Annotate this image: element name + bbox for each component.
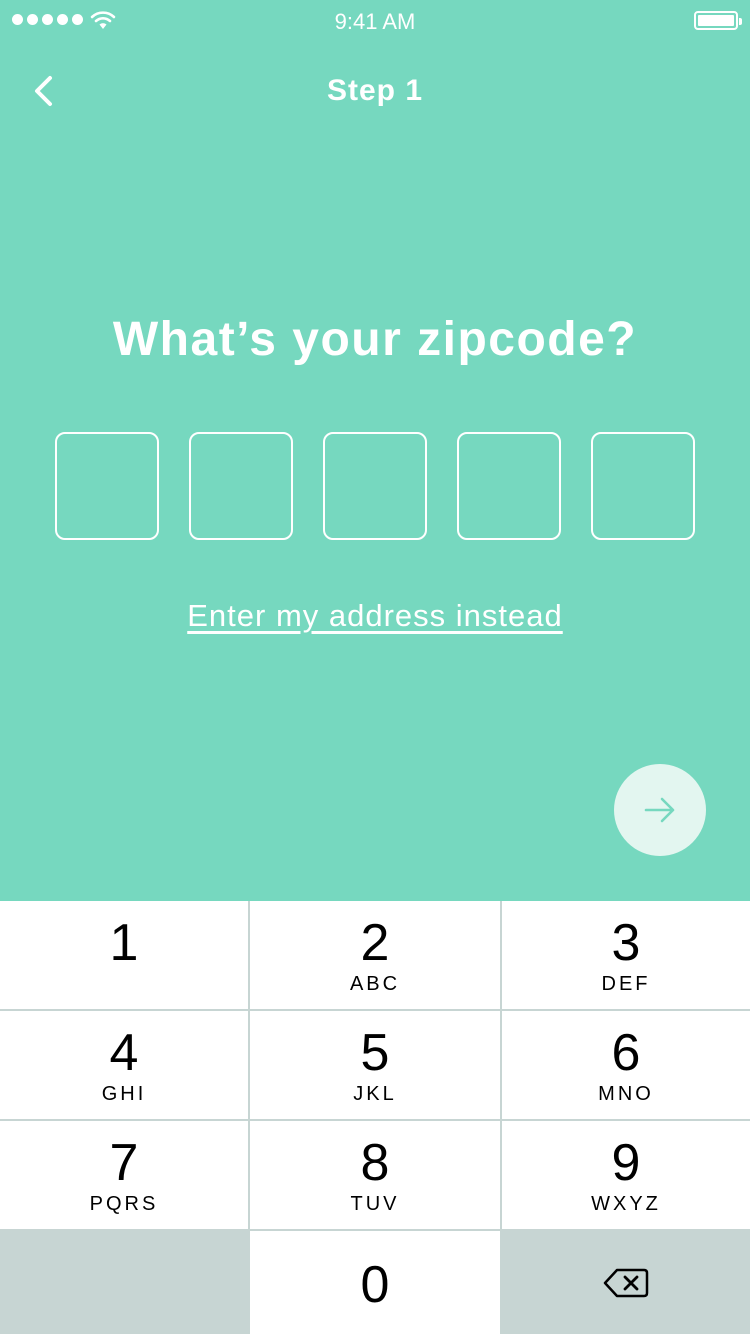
key-0[interactable]: 0 xyxy=(250,1231,500,1334)
key-letters: WXYZ xyxy=(591,1193,661,1215)
key-letters: JKL xyxy=(353,1083,397,1105)
nav-bar: Step 1 xyxy=(0,56,750,128)
key-3[interactable]: 3 DEF xyxy=(502,901,750,1009)
key-digit: 8 xyxy=(360,1134,390,1192)
arrow-right-icon xyxy=(644,797,675,823)
next-button[interactable] xyxy=(614,764,706,856)
backspace-icon xyxy=(603,1268,649,1297)
zipcode-question: What’s your zipcode? xyxy=(112,313,638,366)
key-digit: 5 xyxy=(360,1024,390,1082)
key-5[interactable]: 5 JKL xyxy=(250,1011,500,1119)
zipcode-digit-2[interactable] xyxy=(189,432,293,540)
key-digit: 7 xyxy=(109,1134,139,1192)
key-2[interactable]: 2 ABC xyxy=(250,901,500,1009)
key-digit: 6 xyxy=(611,1024,641,1082)
numeric-keypad: 1 2 ABC 3 DEF 4 GHI 5 JKL 6 MNO 7 PQRS 8… xyxy=(0,901,750,1334)
key-letters: MNO xyxy=(598,1083,654,1105)
key-letters: DEF xyxy=(601,973,651,995)
status-time: 9:41 AM xyxy=(334,9,416,34)
key-6[interactable]: 6 MNO xyxy=(502,1011,750,1119)
key-7[interactable]: 7 PQRS xyxy=(0,1121,248,1229)
zipcode-digit-3[interactable] xyxy=(323,432,427,540)
key-letters: ABC xyxy=(349,973,401,995)
battery-icon xyxy=(694,11,742,30)
key-letters: TUV xyxy=(350,1193,400,1215)
zipcode-input-group xyxy=(55,432,695,540)
key-digit: 2 xyxy=(360,914,390,972)
enter-address-link-row: Enter my address instead xyxy=(0,598,750,634)
key-digit: 1 xyxy=(109,914,139,972)
zipcode-digit-5[interactable] xyxy=(591,432,695,540)
zipcode-digit-4[interactable] xyxy=(457,432,561,540)
key-letters: GHI xyxy=(101,1083,147,1105)
key-9[interactable]: 9 WXYZ xyxy=(502,1121,750,1229)
key-digit: 0 xyxy=(360,1256,390,1314)
enter-address-link[interactable]: Enter my address instead xyxy=(187,598,563,633)
key-digit: 3 xyxy=(611,914,641,972)
key-letters: PQRS xyxy=(89,1193,159,1215)
key-1[interactable]: 1 xyxy=(0,901,248,1009)
zipcode-digit-1[interactable] xyxy=(55,432,159,540)
key-digit: 4 xyxy=(109,1024,139,1082)
delete-key[interactable] xyxy=(502,1231,750,1334)
key-4[interactable]: 4 GHI xyxy=(0,1011,248,1119)
key-digit: 9 xyxy=(611,1134,641,1192)
key-blank xyxy=(0,1231,248,1334)
key-8[interactable]: 8 TUV xyxy=(250,1121,500,1229)
page-title: Step 1 xyxy=(326,74,424,107)
status-bar: 9:41 AM xyxy=(0,0,750,44)
